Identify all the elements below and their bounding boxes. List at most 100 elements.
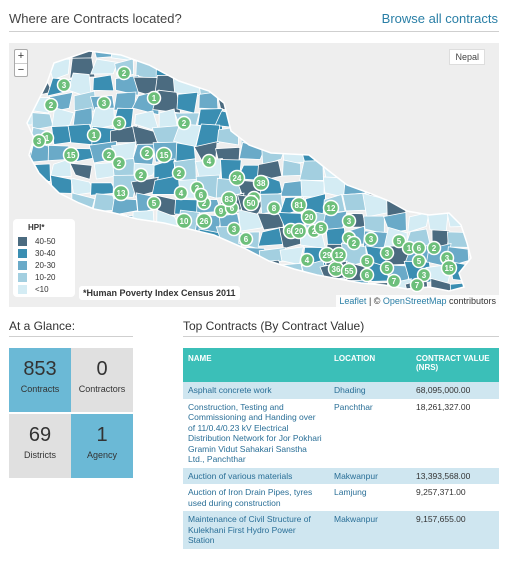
contract-name-cell[interactable]: Maintenance of Civil Structure of Kulekh… [183, 511, 329, 549]
district-region[interactable] [152, 247, 178, 268]
district-region[interactable] [344, 92, 370, 115]
district-region[interactable] [345, 78, 369, 99]
district-region[interactable] [257, 107, 283, 126]
district-region[interactable] [344, 126, 365, 147]
district-region[interactable] [113, 249, 137, 269]
column-header-name[interactable]: NAME [183, 348, 329, 382]
district-region[interactable] [490, 228, 499, 249]
district-region[interactable] [364, 91, 388, 113]
district-region[interactable] [130, 259, 158, 279]
district-region[interactable] [425, 44, 451, 63]
district-region[interactable] [302, 296, 328, 307]
district-region[interactable] [216, 91, 245, 112]
district-region[interactable] [216, 126, 239, 146]
table-row[interactable]: Auction of Iron Drain Pipes, tyres used … [183, 484, 499, 511]
district-region[interactable] [446, 74, 472, 99]
district-region[interactable] [172, 245, 200, 268]
district-region[interactable] [467, 193, 493, 211]
district-region[interactable] [365, 124, 390, 145]
district-region[interactable] [408, 193, 433, 214]
district-region[interactable] [298, 280, 328, 302]
district-region[interactable] [277, 43, 304, 61]
district-region[interactable] [468, 140, 493, 167]
district-region[interactable] [448, 141, 474, 163]
district-region[interactable] [404, 126, 429, 148]
district-region[interactable] [404, 162, 430, 181]
district-region[interactable] [467, 74, 495, 99]
district-region[interactable] [237, 73, 260, 95]
district-region[interactable] [31, 112, 54, 131]
district-region[interactable] [159, 261, 179, 285]
district-region[interactable] [341, 107, 364, 131]
district-region[interactable] [362, 192, 389, 218]
district-region[interactable] [384, 158, 411, 180]
district-region[interactable] [92, 212, 119, 228]
district-region[interactable] [9, 192, 33, 215]
district-region[interactable] [215, 59, 242, 78]
district-region[interactable] [407, 45, 432, 65]
district-region[interactable] [492, 95, 499, 112]
district-region[interactable] [384, 58, 411, 80]
browse-all-contracts-link[interactable]: Browse all contracts [382, 11, 498, 26]
contracts-map[interactable]: 2312313123152224221542213569243866835088… [9, 43, 499, 307]
district-region[interactable] [301, 55, 323, 79]
district-region[interactable] [177, 46, 203, 63]
district-region[interactable] [115, 227, 140, 249]
district-region[interactable] [467, 174, 495, 195]
district-region[interactable] [92, 74, 115, 92]
district-region[interactable] [199, 243, 219, 267]
district-region[interactable] [279, 92, 308, 112]
district-region[interactable] [236, 43, 265, 63]
district-region[interactable] [490, 194, 499, 217]
district-region[interactable] [387, 140, 409, 163]
district-region[interactable] [424, 176, 454, 199]
district-region[interactable] [241, 281, 265, 296]
district-region[interactable] [280, 129, 307, 145]
district-region[interactable] [490, 59, 499, 79]
table-row[interactable]: Auction of various materials Makwanpur 13,… [183, 467, 499, 484]
district-region[interactable] [257, 73, 280, 94]
contract-name-cell[interactable]: Auction of various materials [183, 467, 329, 484]
district-region[interactable] [175, 265, 200, 285]
district-region[interactable] [493, 111, 499, 131]
district-region[interactable] [363, 141, 391, 166]
district-region[interactable] [365, 107, 390, 133]
district-region[interactable] [195, 43, 221, 65]
district-region[interactable] [388, 91, 412, 112]
district-region[interactable] [488, 244, 499, 268]
district-region[interactable] [26, 297, 54, 307]
district-region[interactable] [389, 44, 410, 64]
district-region[interactable] [323, 109, 348, 131]
map-canvas[interactable]: 2312313123152224221542213569243866835088… [9, 43, 499, 307]
zoom-out-button[interactable]: − [15, 63, 27, 76]
district-region[interactable] [279, 106, 304, 132]
district-region[interactable] [175, 56, 202, 80]
district-region[interactable] [237, 57, 263, 79]
contract-name-cell[interactable]: Construction, Testing and Commissioning … [183, 398, 329, 468]
district-region[interactable] [405, 141, 433, 161]
table-row[interactable]: Maintenance of Civil Structure of Kulekh… [183, 511, 499, 549]
district-region[interactable] [91, 248, 118, 269]
contract-location-cell[interactable]: Dhading [329, 382, 411, 399]
district-region[interactable] [410, 95, 433, 112]
district-region[interactable] [425, 124, 453, 150]
district-region[interactable] [491, 211, 499, 234]
district-region[interactable] [74, 244, 97, 269]
contract-name-cell[interactable]: Asphalt concrete work [183, 382, 329, 399]
district-region[interactable] [284, 55, 307, 82]
district-region[interactable] [407, 178, 427, 201]
district-region[interactable] [72, 259, 94, 282]
district-region[interactable] [27, 43, 53, 59]
district-region[interactable] [217, 43, 245, 62]
district-region[interactable] [69, 162, 93, 180]
district-region[interactable] [384, 178, 412, 197]
district-region[interactable] [361, 43, 388, 64]
district-region[interactable] [494, 261, 499, 281]
district-region[interactable] [154, 300, 179, 307]
district-region[interactable] [320, 56, 348, 77]
district-region[interactable] [445, 91, 469, 112]
column-header-contract-value[interactable]: CONTRACT VALUE (NRs) [411, 348, 499, 382]
district-region[interactable] [259, 59, 280, 77]
district-region[interactable] [468, 260, 495, 283]
district-region[interactable] [341, 43, 370, 58]
